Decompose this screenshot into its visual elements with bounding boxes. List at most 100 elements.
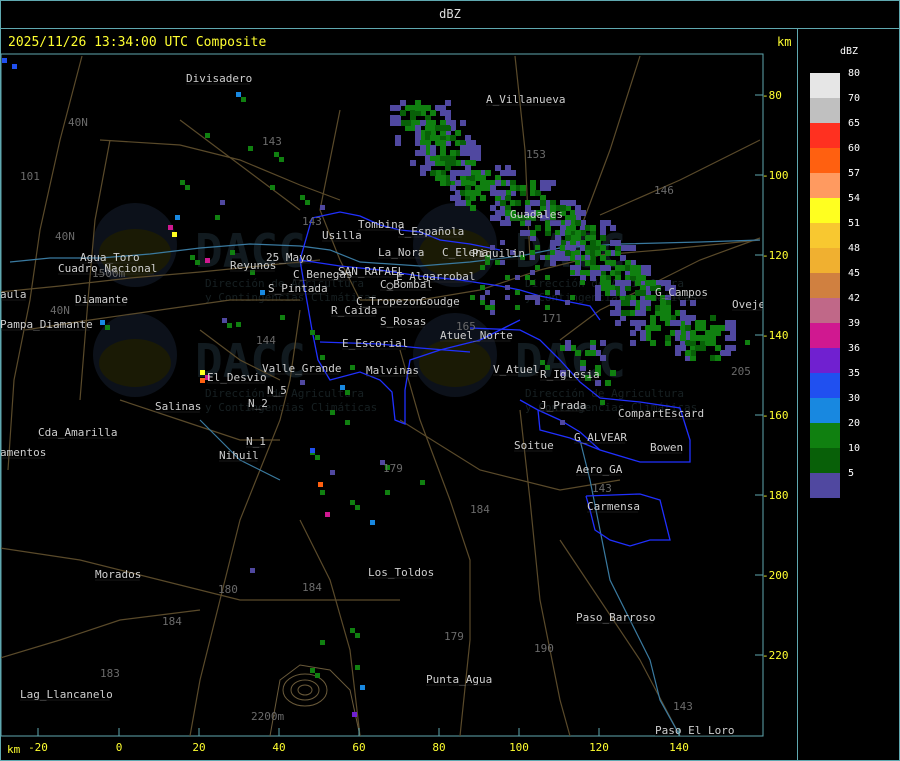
echo-pixel <box>635 310 641 316</box>
echo-pixel <box>274 152 279 157</box>
echo-pixel <box>725 350 731 356</box>
place-label: Paso_El_Loro <box>655 724 734 737</box>
echo-pixel <box>400 110 406 116</box>
echo-pixel <box>355 505 360 510</box>
x-tick-label: 0 <box>116 741 123 754</box>
place-label: Cda_Amarilla <box>38 426 117 439</box>
echo-pixel <box>570 295 575 300</box>
echo-pixel <box>530 270 535 275</box>
echo-pixel <box>190 255 195 260</box>
echo-pixel <box>635 290 641 296</box>
echo-pixel <box>540 200 546 206</box>
echo-pixel <box>475 170 481 176</box>
echo-pixel <box>640 330 646 336</box>
echo-pixel <box>600 340 606 346</box>
place-label: J_Prada <box>540 399 586 412</box>
echo-pixel <box>725 320 731 326</box>
echo-pixel <box>315 335 320 340</box>
echo-pixel <box>260 290 265 295</box>
echo-pixel <box>485 170 491 176</box>
echo-pixel <box>590 240 596 246</box>
echo-pixel <box>545 255 550 260</box>
echo-pixel <box>340 385 345 390</box>
echo-pixel <box>495 260 500 265</box>
echo-pixel <box>730 335 736 341</box>
echo-pixel <box>680 345 686 351</box>
place-label: Punta_Agua <box>426 673 492 686</box>
echo-pixel <box>610 370 616 376</box>
echo-pixel <box>168 225 173 230</box>
echo-pixel <box>395 120 401 126</box>
place-label: Aero_GA <box>576 463 623 476</box>
echo-pixel <box>625 280 631 286</box>
echo-pixel <box>300 380 305 385</box>
place-label: R_Iglesia <box>540 368 600 381</box>
echo-pixel <box>605 220 611 226</box>
place-label: 25_Mayo <box>266 251 312 264</box>
echo-pixel <box>675 320 681 326</box>
echo-pixel <box>172 232 177 237</box>
place-label: G_Campos <box>655 286 708 299</box>
echo-pixel <box>580 270 585 275</box>
echo-pixel <box>455 180 461 186</box>
echo-pixel <box>515 200 521 206</box>
echo-pixel <box>650 315 656 321</box>
echo-pixel <box>570 270 575 275</box>
echo-pixel <box>630 330 636 336</box>
echo-pixel <box>318 482 323 487</box>
echo-pixel <box>610 260 616 266</box>
map-canvas[interactable]: DACC Dirección de Agricultura y Continge… <box>0 0 900 761</box>
echo-pixel <box>360 685 365 690</box>
echo-pixel <box>530 200 536 206</box>
echo-pixel <box>530 295 535 300</box>
echo-pixel <box>480 195 486 201</box>
x-tick-label: 140 <box>669 741 689 754</box>
echo-pixel <box>352 712 357 717</box>
place-label: Malvinas <box>366 364 419 377</box>
echo-pixel <box>490 310 495 315</box>
place-label: Los_Toldos <box>368 566 434 579</box>
route-label: 171 <box>542 312 562 325</box>
route-label: 179 <box>444 630 464 643</box>
echo-pixel <box>350 365 355 370</box>
echo-pixel <box>715 355 721 361</box>
echo-pixel <box>460 170 466 176</box>
place-label: Guadales <box>510 208 563 221</box>
echo-pixel <box>580 360 586 366</box>
x-tick-label: 120 <box>589 741 609 754</box>
echo-pixel <box>615 320 621 326</box>
route-label: 205 <box>731 365 751 378</box>
route-label: 184 <box>302 581 322 594</box>
echo-pixel <box>485 290 490 295</box>
place-label: Usilla <box>322 229 362 242</box>
place-label: E_Escorial <box>342 337 408 350</box>
echo-pixel <box>270 185 275 190</box>
echo-pixel <box>500 240 505 245</box>
place-label: N_2 <box>248 397 268 410</box>
echo-pixel <box>640 300 646 306</box>
echo-pixel <box>430 150 436 156</box>
echo-pixel <box>465 135 471 141</box>
echo-pixel <box>425 125 431 131</box>
echo-pixel <box>520 185 526 191</box>
echo-pixel <box>450 150 456 156</box>
echo-pixel <box>545 305 550 310</box>
route-label: 146 <box>654 184 674 197</box>
place-label: V_Atuel <box>493 363 539 376</box>
echo-pixel <box>685 325 691 331</box>
y-tick-label: -80 <box>762 89 782 102</box>
echo-pixel <box>450 135 456 141</box>
echo-pixel <box>595 285 601 291</box>
echo-pixel <box>490 300 495 305</box>
echo-pixel <box>520 230 526 236</box>
place-label: Goudge <box>420 295 460 308</box>
echo-pixel <box>395 135 401 141</box>
echo-pixel <box>695 320 701 326</box>
echo-pixel <box>630 340 636 346</box>
route-label: 184 <box>470 503 490 516</box>
y-tick-label: -100 <box>762 169 789 182</box>
echo-pixel <box>510 185 516 191</box>
echo-pixel <box>700 335 706 341</box>
echo-pixel <box>480 300 485 305</box>
echo-pixel <box>590 275 595 280</box>
